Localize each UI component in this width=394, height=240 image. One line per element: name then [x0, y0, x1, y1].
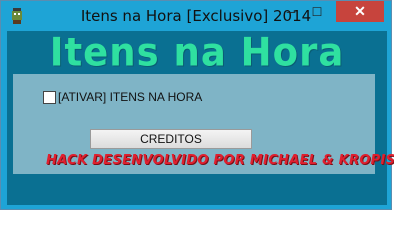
activate-checkbox-row[interactable]: [ATIVAR] ITENS NA HORA: [43, 90, 202, 104]
credits-button[interactable]: CREDITOS: [90, 129, 252, 149]
activate-checkbox-label[interactable]: [ATIVAR] ITENS NA HORA: [58, 90, 202, 104]
window-title: Itens na Hora [Exclusivo] 2014: [80, 7, 312, 25]
maximize-icon: ☐: [311, 4, 323, 19]
client-area: Itens na Hora [ATIVAR] ITENS NA HORA CRE…: [7, 29, 394, 205]
title-bar[interactable]: Itens na Hora [Exclusivo] 2014 ─ ☐ ✕: [1, 1, 391, 31]
close-icon: ✕: [354, 3, 366, 19]
app-window: Itens na Hora [Exclusivo] 2014 ─ ☐ ✕ Ite…: [0, 0, 394, 210]
developer-credit-text: HACK DESENVOLVIDO POR MICHAEL & KROPIS: [46, 153, 394, 168]
activate-checkbox[interactable]: [43, 90, 56, 104]
banner: Itens na Hora: [7, 29, 387, 75]
minimize-button[interactable]: ─: [278, 1, 304, 22]
credits-button-label: CREDITOS: [140, 132, 202, 146]
maximize-button[interactable]: ☐: [304, 1, 330, 22]
close-button[interactable]: ✕: [336, 1, 384, 22]
banner-text: Itens na Hora: [49, 29, 345, 75]
minimize-icon: ─: [286, 4, 296, 19]
